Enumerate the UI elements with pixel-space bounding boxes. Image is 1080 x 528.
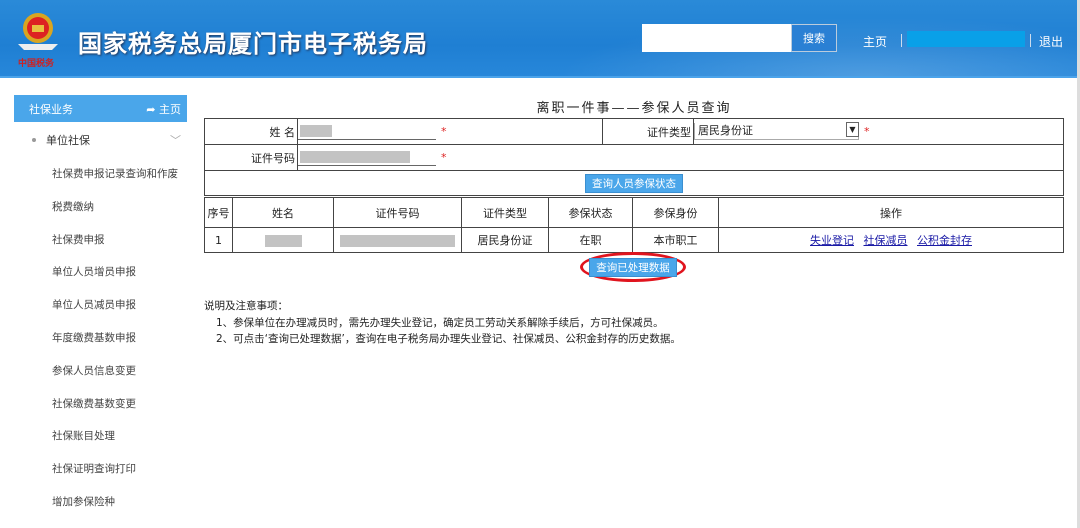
column-header: 证件类型 <box>461 197 549 228</box>
cell-status: 在职 <box>548 227 633 253</box>
search-input[interactable] <box>642 24 792 52</box>
sidebar-item[interactable]: 税费缴纳 <box>14 191 187 224</box>
column-header: 参保身份 <box>632 197 719 228</box>
unemployment-registration-link[interactable]: 失业登记 <box>810 234 854 247</box>
dropdown-arrow-icon: ▼ <box>846 122 859 137</box>
sidebar-item[interactable]: 增加参保险种 <box>14 486 187 519</box>
logout-link[interactable]: 退出 <box>1039 33 1063 50</box>
id-number-label: 证件号码 <box>204 144 298 171</box>
sidebar-item[interactable]: 年度缴费基数申报 <box>14 322 187 355</box>
id-type-label: 证件类型 <box>602 118 694 145</box>
social-insurance-reduction-link[interactable]: 社保减员 <box>864 234 908 247</box>
page-title: 离职一件事——参保人员查询 <box>536 101 732 116</box>
cell-name <box>232 227 334 253</box>
header: 中国税务 国家税务总局厦门市电子税务局 搜索 主页 退出 <box>0 0 1077 78</box>
chevron-down-icon: ﹀ <box>170 134 181 147</box>
name-input[interactable] <box>298 123 436 140</box>
sidebar: 社保业务 ➦ 主页 单位社保 ﹀ 社保费申报记录查询和作废 税费缴纳 社保费申报 单位… <box>14 95 187 519</box>
column-header: 参保状态 <box>548 197 633 228</box>
divider <box>901 34 902 47</box>
note-line: 2、可点击‘查询已处理数据’，查询在电子税务局办理失业登记、社保减员、公积金封存… <box>216 333 681 345</box>
back-home-label: 主页 <box>159 102 181 116</box>
sidebar-item[interactable]: 社保证明查询打印 <box>14 453 187 486</box>
required-mark: * <box>441 124 447 138</box>
query-processed-button[interactable]: 查询已处理数据 <box>589 257 677 277</box>
cell-id-type: 居民身份证 <box>461 227 549 253</box>
group-label: 单位社保 <box>46 134 90 147</box>
sidebar-item[interactable]: 社保账目处理 <box>14 420 187 453</box>
query-form: 姓 名 * 证件类型 居民身份证 ▼ * 证件号码 * 查询人员参保状态 <box>204 118 1064 196</box>
highlight-circle: 查询已处理数据 <box>580 252 686 282</box>
sidebar-item[interactable]: 单位人员减员申报 <box>14 289 187 322</box>
cell-no: 1 <box>204 227 233 253</box>
home-link[interactable]: 主页 <box>863 33 887 50</box>
column-header: 姓名 <box>232 197 334 228</box>
column-header: 证件号码 <box>333 197 462 228</box>
sidebar-item[interactable]: 社保费申报 <box>14 224 187 257</box>
cell-actions: 失业登记 社保减员 公积金封存 <box>718 227 1064 253</box>
sidebar-item[interactable]: 社保费申报记录查询和作废 <box>14 158 187 191</box>
results-table: 序号 姓名 证件号码 证件类型 参保状态 参保身份 操作 1 居民身份证 在职 本市职工 失… <box>204 197 1064 253</box>
divider <box>1030 34 1031 47</box>
column-header: 序号 <box>204 197 233 228</box>
id-type-select[interactable]: 居民身份证 ▼ <box>694 122 859 140</box>
table-row: 1 居民身份证 在职 本市职工 失业登记 社保减员 公积金封存 <box>204 227 1064 253</box>
id-number-input[interactable] <box>298 149 436 166</box>
back-home-button[interactable]: ➦ 主页 <box>146 101 181 117</box>
housing-fund-seal-link[interactable]: 公积金封存 <box>917 234 972 247</box>
tax-emblem-logo: 中国税务 <box>18 13 58 69</box>
note-line: 1、参保单位在办理减员时，需先办理失业登记，确定员工劳动关系解除手续后，方可社保… <box>216 316 664 329</box>
sidebar-group-unit-social-insurance[interactable]: 单位社保 ﹀ <box>14 122 187 158</box>
required-mark: * <box>441 150 447 164</box>
sidebar-item[interactable]: 参保人员信息变更 <box>14 355 187 388</box>
sidebar-item[interactable]: 社保缴费基数变更 <box>14 388 187 421</box>
notes: 说明及注意事项： 1、参保单位在办理减员时，需先办理失业登记，确定员工劳动关系解… <box>204 298 681 348</box>
search-button[interactable]: 搜索 <box>791 24 837 52</box>
cell-identity: 本市职工 <box>632 227 719 253</box>
name-label: 姓 名 <box>204 118 298 145</box>
cell-id-number <box>333 227 462 253</box>
sidebar-header: 社保业务 ➦ 主页 <box>14 95 187 122</box>
svg-text:中国税务: 中国税务 <box>18 57 55 69</box>
sidebar-item[interactable]: 单位人员增员申报 <box>14 256 187 289</box>
back-arrow-icon: ➦ <box>146 102 159 116</box>
notes-title: 说明及注意事项： <box>204 300 288 312</box>
sidebar-section-title: 社保业务 <box>29 102 73 116</box>
site-title: 国家税务总局厦门市电子税务局 <box>78 30 428 58</box>
bullet-icon <box>32 138 36 142</box>
user-name-masked[interactable] <box>907 31 1025 47</box>
query-status-button[interactable]: 查询人员参保状态 <box>585 173 683 193</box>
column-header: 操作 <box>718 197 1064 228</box>
required-mark: * <box>864 124 870 138</box>
